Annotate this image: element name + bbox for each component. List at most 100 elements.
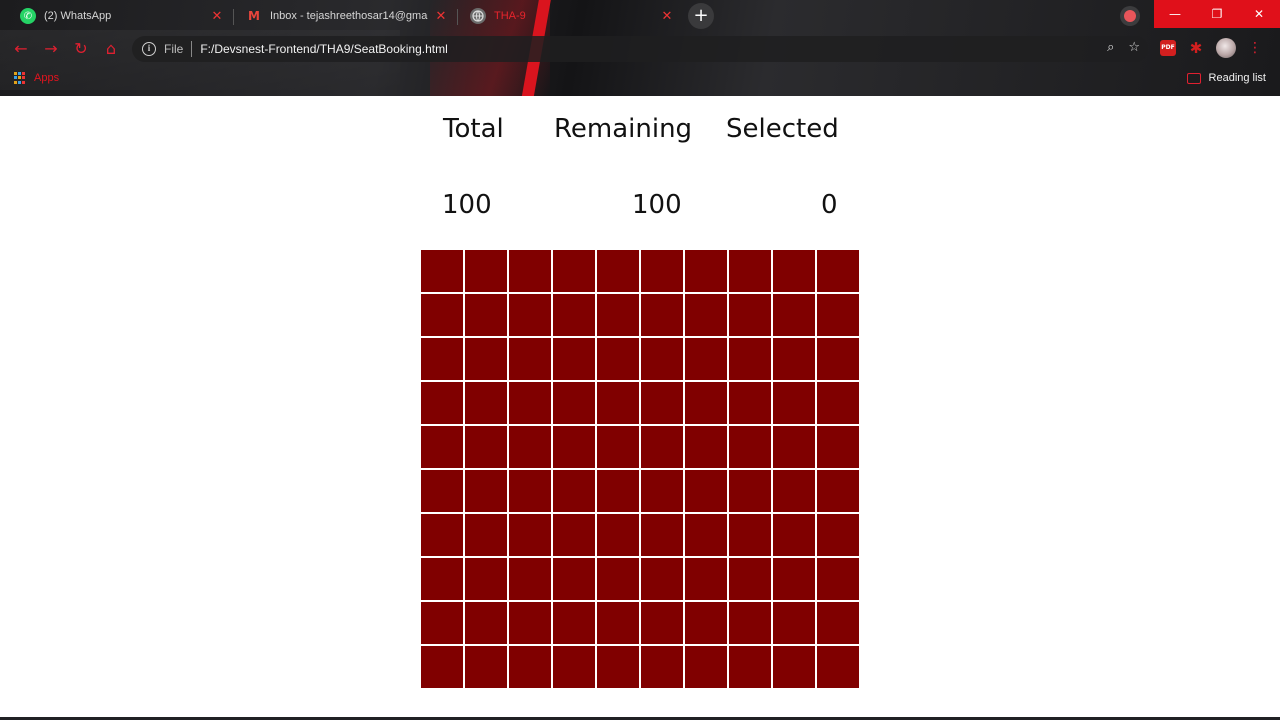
seat[interactable] (773, 470, 815, 512)
seat[interactable] (509, 426, 551, 468)
seat[interactable] (817, 426, 859, 468)
info-icon[interactable]: i (142, 42, 156, 56)
seat[interactable] (421, 514, 463, 556)
seat[interactable] (773, 602, 815, 644)
seat[interactable] (685, 602, 727, 644)
seat[interactable] (465, 602, 507, 644)
seat[interactable] (773, 250, 815, 292)
seat[interactable] (685, 514, 727, 556)
reload-button[interactable]: ↻ (70, 38, 92, 60)
seat[interactable] (421, 646, 463, 688)
seat[interactable] (509, 294, 551, 336)
reading-list-button[interactable]: Reading list (1186, 72, 1266, 84)
seat[interactable] (773, 338, 815, 380)
seat[interactable] (773, 646, 815, 688)
tab-gmail[interactable]: M Inbox - tejashreethosar14@gmai ✕ (234, 2, 458, 30)
apps-shortcut[interactable]: Apps (14, 72, 59, 84)
seat[interactable] (421, 294, 463, 336)
forward-button[interactable]: → (40, 38, 62, 60)
seat[interactable] (817, 338, 859, 380)
close-icon[interactable]: ✕ (210, 9, 224, 24)
seat[interactable] (421, 338, 463, 380)
seat[interactable] (729, 646, 771, 688)
zoom-icon[interactable]: ⌕ (1107, 40, 1114, 55)
new-tab-button[interactable]: + (688, 3, 714, 29)
seat[interactable] (597, 602, 639, 644)
seat[interactable] (729, 294, 771, 336)
seat[interactable] (509, 470, 551, 512)
address-url[interactable]: F:/Devsnest-Frontend/THA9/SeatBooking.ht… (200, 42, 447, 56)
close-icon[interactable]: ✕ (434, 9, 448, 24)
seat[interactable] (465, 338, 507, 380)
seat[interactable] (641, 426, 683, 468)
seat[interactable] (729, 250, 771, 292)
back-button[interactable]: ← (10, 38, 32, 60)
seat[interactable] (817, 382, 859, 424)
seat[interactable] (553, 646, 595, 688)
seat[interactable] (641, 558, 683, 600)
seat[interactable] (509, 646, 551, 688)
seat[interactable] (509, 602, 551, 644)
seat[interactable] (641, 338, 683, 380)
seat[interactable] (641, 250, 683, 292)
pdf-extension-icon[interactable]: PDF (1160, 40, 1176, 56)
seat[interactable] (465, 470, 507, 512)
seat[interactable] (421, 250, 463, 292)
close-icon[interactable]: ✕ (660, 9, 674, 24)
seat[interactable] (685, 646, 727, 688)
seat[interactable] (729, 470, 771, 512)
seat[interactable] (641, 514, 683, 556)
seat[interactable] (553, 470, 595, 512)
seat[interactable] (773, 426, 815, 468)
seat[interactable] (817, 470, 859, 512)
seat[interactable] (553, 250, 595, 292)
seat[interactable] (509, 514, 551, 556)
tab-whatsapp[interactable]: ✆ (2) WhatsApp ✕ (8, 2, 234, 30)
seat[interactable] (597, 338, 639, 380)
address-bar[interactable]: i File F:/Devsnest-Frontend/THA9/SeatBoo… (132, 36, 1148, 62)
seat[interactable] (729, 602, 771, 644)
seat[interactable] (509, 338, 551, 380)
tab-tha9[interactable]: THA-9 ✕ (458, 2, 684, 30)
profile-avatar[interactable] (1216, 38, 1236, 58)
seat[interactable] (465, 646, 507, 688)
seat[interactable] (553, 382, 595, 424)
seat[interactable] (729, 338, 771, 380)
seat[interactable] (729, 382, 771, 424)
seat[interactable] (465, 426, 507, 468)
seat[interactable] (421, 602, 463, 644)
seat[interactable] (509, 382, 551, 424)
seat[interactable] (641, 294, 683, 336)
kebab-menu-icon[interactable]: ⋮ (1248, 40, 1262, 56)
seat[interactable] (421, 558, 463, 600)
close-window-button[interactable]: ✕ (1238, 0, 1280, 28)
seat[interactable] (509, 250, 551, 292)
seat[interactable] (597, 646, 639, 688)
seat[interactable] (685, 382, 727, 424)
seat[interactable] (465, 558, 507, 600)
seat[interactable] (553, 514, 595, 556)
seat[interactable] (773, 514, 815, 556)
minimize-button[interactable]: — (1154, 0, 1196, 28)
seat[interactable] (465, 382, 507, 424)
seat[interactable] (553, 558, 595, 600)
seat[interactable] (685, 294, 727, 336)
seat[interactable] (553, 602, 595, 644)
seat[interactable] (773, 382, 815, 424)
seat[interactable] (465, 250, 507, 292)
seat[interactable] (817, 514, 859, 556)
seat[interactable] (773, 294, 815, 336)
seat[interactable] (685, 338, 727, 380)
seat[interactable] (817, 558, 859, 600)
seat[interactable] (597, 558, 639, 600)
seat[interactable] (685, 470, 727, 512)
seat[interactable] (729, 514, 771, 556)
seat[interactable] (597, 382, 639, 424)
home-button[interactable]: ⌂ (100, 38, 122, 60)
seat[interactable] (729, 558, 771, 600)
tab-search-button[interactable] (1120, 6, 1140, 26)
seat[interactable] (729, 426, 771, 468)
seat[interactable] (817, 294, 859, 336)
seat[interactable] (773, 558, 815, 600)
seat[interactable] (817, 250, 859, 292)
